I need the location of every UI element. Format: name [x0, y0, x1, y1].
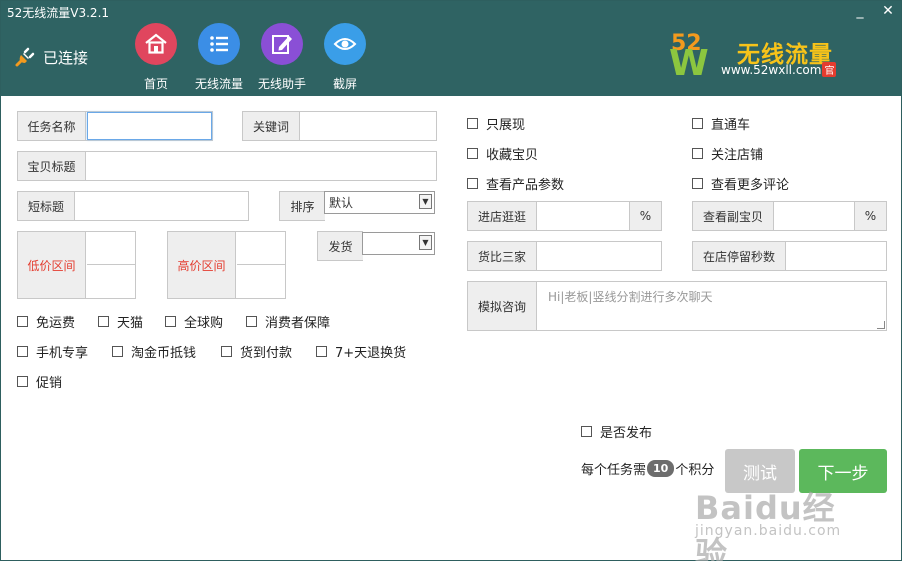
- checkbox-follow-shop[interactable]: 关注店铺: [692, 144, 763, 163]
- checkbox-view-params[interactable]: 查看产品参数: [467, 174, 564, 193]
- low-price-range: 低价区间: [17, 231, 136, 299]
- checkbox-publish[interactable]: 是否发布: [581, 422, 652, 441]
- nav-wireless-assistant-label: 无线助手: [257, 77, 306, 91]
- keyword-field: 关键词: [242, 111, 437, 141]
- plug-icon: [15, 47, 35, 67]
- nav-wireless-assistant[interactable]: 无线助手: [250, 23, 314, 92]
- eye-icon: [324, 23, 366, 65]
- compare-field: 货比三家: [467, 241, 662, 271]
- chevron-down-icon: ▼: [419, 235, 432, 250]
- checkbox-favorite-item[interactable]: 收藏宝贝: [467, 144, 538, 163]
- checkbox-global[interactable]: 全球购: [165, 312, 223, 331]
- nav-screenshot[interactable]: 截屏: [313, 23, 377, 92]
- checkbox-view-more-reviews[interactable]: 查看更多评论: [692, 174, 789, 193]
- checkbox-consumer-protection[interactable]: 消费者保障: [246, 312, 330, 331]
- high-price-max-input[interactable]: [237, 265, 285, 298]
- sort-field: 排序: [279, 191, 325, 221]
- task-name-label: 任务名称: [18, 112, 86, 140]
- app-window: 52无线流量V3.2.1 _ ✕ 已连接 首页 无线流量 无线助手 截屏 52 …: [0, 0, 902, 561]
- item-title-field: 宝贝标题: [17, 151, 437, 181]
- keyword-input[interactable]: [301, 112, 436, 140]
- home-icon: [135, 23, 177, 65]
- keyword-label: 关键词: [243, 112, 300, 140]
- watermark-main: Baidu经验: [695, 489, 836, 561]
- item-title-input[interactable]: [87, 152, 436, 180]
- task-name-input[interactable]: [87, 112, 212, 140]
- points-info: 每个任务需 10 个积分: [581, 460, 715, 478]
- enter-shop-input[interactable]: [538, 202, 628, 230]
- logo-badge: 官: [822, 62, 837, 77]
- item-title-label: 宝贝标题: [18, 152, 86, 180]
- chat-label: 模拟咨询: [468, 282, 537, 330]
- high-price-range: 高价区间: [167, 231, 286, 299]
- ship-label: 发货: [318, 232, 363, 260]
- nav-wireless-traffic[interactable]: 无线流量: [187, 23, 251, 92]
- enter-shop-label: 进店逛逛: [468, 202, 537, 230]
- test-button[interactable]: 测试: [725, 449, 795, 493]
- high-price-label: 高价区间: [168, 232, 236, 298]
- short-title-input[interactable]: [76, 192, 248, 220]
- low-price-max-input[interactable]: [87, 265, 135, 298]
- sort-select[interactable]: 默认 ▼: [324, 191, 435, 214]
- enter-shop-field: 进店逛逛 %: [467, 201, 662, 231]
- ship-field: 发货: [317, 231, 363, 261]
- resize-handle[interactable]: [877, 321, 885, 329]
- checkbox-display-only[interactable]: 只展现: [467, 114, 525, 133]
- brand-logo: 52 W 无线流量 www.52wxll.com 官: [669, 29, 844, 84]
- view-sub-item-unit: %: [854, 202, 886, 230]
- checkbox-through-train[interactable]: 直通车: [692, 114, 750, 133]
- nav-screenshot-label: 截屏: [332, 77, 357, 91]
- next-button[interactable]: 下一步: [799, 449, 887, 493]
- checkbox-free-shipping[interactable]: 免运费: [17, 312, 75, 331]
- checkbox-promotion[interactable]: 促销: [17, 372, 62, 391]
- sort-select-value: 默认: [329, 196, 354, 210]
- compare-input[interactable]: [538, 242, 661, 270]
- nav-home-label: 首页: [143, 77, 168, 91]
- connection-status: 已连接: [13, 45, 88, 69]
- view-sub-item-label: 查看副宝贝: [693, 202, 774, 230]
- list-icon: [198, 23, 240, 65]
- minimize-button[interactable]: _: [851, 3, 869, 19]
- enter-shop-unit: %: [629, 202, 661, 230]
- connection-status-label: 已连接: [43, 48, 89, 67]
- logo-letter: W: [669, 43, 709, 84]
- logo-url: www.52wxll.com 官: [721, 62, 837, 77]
- chat-field: 模拟咨询 Hi|老板|竖线分割进行多次聊天: [467, 281, 887, 331]
- watermark-url: jingyan.baidu.com: [695, 523, 842, 539]
- low-price-label: 低价区间: [18, 232, 86, 298]
- short-title-field: 短标题: [17, 191, 249, 221]
- task-name-field: 任务名称: [17, 111, 213, 141]
- checkbox-cash-on-delivery[interactable]: 货到付款: [221, 342, 292, 361]
- short-title-label: 短标题: [18, 192, 75, 220]
- stay-seconds-label: 在店停留秒数: [693, 242, 786, 270]
- high-price-min-input[interactable]: [237, 232, 285, 265]
- chevron-down-icon: ▼: [419, 194, 432, 209]
- checkbox-tmall[interactable]: 天猫: [98, 312, 143, 331]
- nav-home[interactable]: 首页: [124, 23, 188, 92]
- checkbox-seven-day-return[interactable]: 7+天退换货: [316, 342, 406, 361]
- window-title: 52无线流量V3.2.1: [7, 6, 110, 20]
- points-badge: 10: [647, 460, 675, 477]
- ship-select[interactable]: ▼: [362, 232, 435, 255]
- view-sub-item-field: 查看副宝贝 %: [692, 201, 887, 231]
- view-sub-item-input[interactable]: [775, 202, 853, 230]
- close-button[interactable]: ✕: [879, 3, 897, 19]
- low-price-min-input[interactable]: [87, 232, 135, 265]
- sort-label: 排序: [280, 192, 325, 220]
- stay-seconds-input[interactable]: [787, 242, 886, 270]
- compare-label: 货比三家: [468, 242, 537, 270]
- chat-textarea[interactable]: Hi|老板|竖线分割进行多次聊天: [538, 282, 886, 330]
- edit-icon: [261, 23, 303, 65]
- checkbox-mobile-exclusive[interactable]: 手机专享: [17, 342, 88, 361]
- checkbox-taojinbi[interactable]: 淘金币抵钱: [112, 342, 196, 361]
- stay-seconds-field: 在店停留秒数: [692, 241, 887, 271]
- header-bar: 52无线流量V3.2.1 _ ✕ 已连接 首页 无线流量 无线助手 截屏 52 …: [1, 1, 901, 96]
- nav-wireless-traffic-label: 无线流量: [194, 77, 243, 91]
